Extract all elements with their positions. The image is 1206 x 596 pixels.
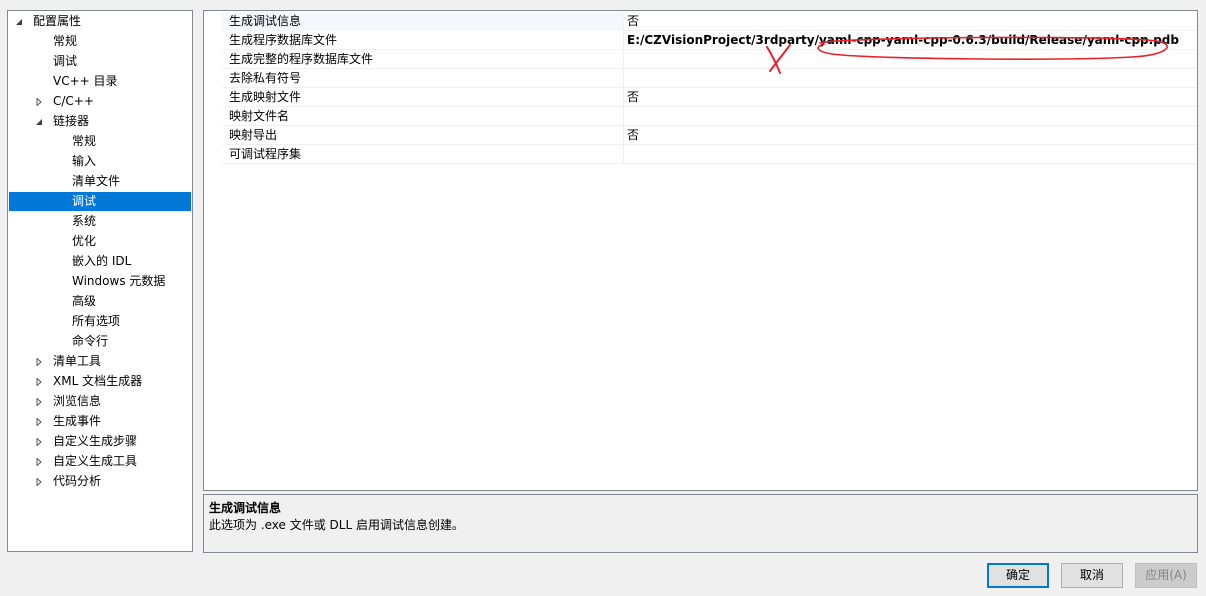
- tree-item[interactable]: 浏览信息: [9, 392, 191, 411]
- property-value[interactable]: [624, 107, 1197, 126]
- property-name[interactable]: 生成调试信息: [222, 12, 624, 31]
- property-value[interactable]: 否: [624, 88, 1197, 107]
- tree-item-label: 输入: [72, 154, 97, 168]
- tree-item-label: C/C++: [53, 94, 94, 108]
- tree-item[interactable]: 清单工具: [9, 352, 191, 371]
- property-name[interactable]: 生成完整的程序数据库文件: [222, 50, 624, 69]
- row-gutter: [204, 50, 222, 69]
- tree-item[interactable]: 所有选项: [9, 312, 191, 331]
- red-ellipse-annotation: [817, 36, 1168, 60]
- description-title: 生成调试信息: [209, 501, 282, 515]
- property-row[interactable]: 去除私有符号: [204, 69, 1197, 88]
- tree-item-label: 代码分析: [53, 474, 102, 488]
- property-row[interactable]: 生成映射文件否: [204, 88, 1197, 107]
- tree-item-label: 命令行: [72, 334, 109, 348]
- expanded-arrow-icon[interactable]: [15, 18, 23, 26]
- tree-item-label: VC++ 目录: [53, 74, 118, 88]
- row-gutter: [204, 12, 222, 31]
- property-row[interactable]: 生成调试信息否: [204, 12, 1197, 31]
- tree-item-label: 嵌入的 IDL: [72, 254, 132, 268]
- tree-item[interactable]: 调试: [9, 192, 191, 211]
- collapsed-arrow-icon[interactable]: [35, 418, 43, 426]
- property-row[interactable]: 映射文件名: [204, 107, 1197, 126]
- collapsed-arrow-icon[interactable]: [35, 478, 43, 486]
- tree-item-label: 链接器: [53, 114, 90, 128]
- tree-item-label: XML 文档生成器: [53, 374, 143, 388]
- tree-item-label: 所有选项: [72, 314, 121, 328]
- property-tree[interactable]: 配置属性 常规 调试 VC++ 目录 C/C++ 链接器 常规 输入 清单文件 调试 系统 优化 嵌入的…: [7, 10, 193, 552]
- collapsed-arrow-icon[interactable]: [35, 438, 43, 446]
- tree-item[interactable]: 常规: [9, 32, 191, 51]
- tree-item-label: 清单文件: [72, 174, 121, 188]
- tree-item[interactable]: 链接器: [9, 112, 191, 131]
- collapsed-arrow-icon[interactable]: [35, 458, 43, 466]
- red-cross-annotation: [766, 44, 791, 74]
- property-name[interactable]: 生成映射文件: [222, 88, 624, 107]
- tree-item[interactable]: 高级: [9, 292, 191, 311]
- tree-item[interactable]: C/C++: [9, 92, 191, 111]
- tree-item[interactable]: 常规: [9, 132, 191, 151]
- tree-item-label: 常规: [72, 134, 97, 148]
- tree-item-label: Windows 元数据: [72, 274, 166, 288]
- property-grid[interactable]: 生成调试信息否生成程序数据库文件 E:/CZVisionProject/3rdpa…: [203, 10, 1198, 491]
- row-gutter: [204, 107, 222, 126]
- property-row[interactable]: 可调试程序集: [204, 145, 1197, 164]
- tree-item[interactable]: 系统: [9, 212, 191, 231]
- property-row[interactable]: 映射导出否: [204, 126, 1197, 145]
- tree-item-label: 自定义生成工具: [53, 454, 138, 468]
- property-name[interactable]: 去除私有符号: [222, 69, 624, 88]
- tree-item[interactable]: 调试: [9, 52, 191, 71]
- description-text: 此选项为 .exe 文件或 DLL 启用调试信息创建。: [209, 518, 464, 532]
- tree-item[interactable]: XML 文档生成器: [9, 372, 191, 391]
- property-value[interactable]: [624, 145, 1197, 164]
- tree-item[interactable]: 自定义生成步骤: [9, 432, 191, 451]
- expanded-arrow-icon[interactable]: [35, 118, 43, 126]
- tree-item[interactable]: 优化: [9, 232, 191, 251]
- tree-item[interactable]: 命令行: [9, 332, 191, 351]
- description-panel: 生成调试信息 此选项为 .exe 文件或 DLL 启用调试信息创建。: [203, 494, 1198, 553]
- row-gutter: [204, 88, 222, 107]
- cancel-button[interactable]: 取消: [1061, 563, 1123, 588]
- tree-item-label: 常规: [53, 34, 78, 48]
- collapsed-arrow-icon[interactable]: [35, 98, 43, 106]
- tree-item[interactable]: Windows 元数据: [9, 272, 191, 291]
- tree-item-label: 高级: [72, 294, 97, 308]
- property-name[interactable]: 映射导出: [222, 126, 624, 145]
- tree-item-label: 配置属性: [33, 14, 82, 28]
- row-gutter: [204, 31, 222, 50]
- row-gutter: [204, 126, 222, 145]
- tree-item-label: 系统: [72, 214, 97, 228]
- row-gutter: [204, 69, 222, 88]
- collapsed-arrow-icon[interactable]: [35, 398, 43, 406]
- tree-item-label: 调试: [53, 54, 78, 68]
- tree-item[interactable]: 配置属性: [9, 12, 191, 31]
- tree-item-label: 清单工具: [53, 354, 102, 368]
- property-name[interactable]: 映射文件名: [222, 107, 624, 126]
- tree-item-label: 自定义生成步骤: [53, 434, 138, 448]
- tree-item[interactable]: 输入: [9, 152, 191, 171]
- tree-item-label: 生成事件: [53, 414, 102, 428]
- property-name[interactable]: 可调试程序集: [222, 145, 624, 164]
- apply-button[interactable]: 应用(A): [1135, 563, 1197, 588]
- ok-button[interactable]: 确定: [987, 563, 1049, 588]
- tree-item[interactable]: 嵌入的 IDL: [9, 252, 191, 271]
- collapsed-arrow-icon[interactable]: [35, 378, 43, 386]
- tree-item[interactable]: 清单文件: [9, 172, 191, 191]
- tree-item[interactable]: 自定义生成工具: [9, 452, 191, 471]
- tree-item[interactable]: 生成事件: [9, 412, 191, 431]
- tree-item-label: 优化: [72, 234, 97, 248]
- property-value[interactable]: 否: [624, 126, 1197, 145]
- tree-item-label: 调试: [72, 194, 97, 208]
- collapsed-arrow-icon[interactable]: [35, 358, 43, 366]
- property-name[interactable]: 生成程序数据库文件: [222, 31, 624, 50]
- tree-item[interactable]: 代码分析: [9, 472, 191, 491]
- property-value[interactable]: 否: [624, 12, 1197, 31]
- tree-item-label: 浏览信息: [53, 394, 102, 408]
- row-gutter: [204, 145, 222, 164]
- property-value[interactable]: [624, 69, 1197, 88]
- tree-item[interactable]: VC++ 目录: [9, 72, 191, 91]
